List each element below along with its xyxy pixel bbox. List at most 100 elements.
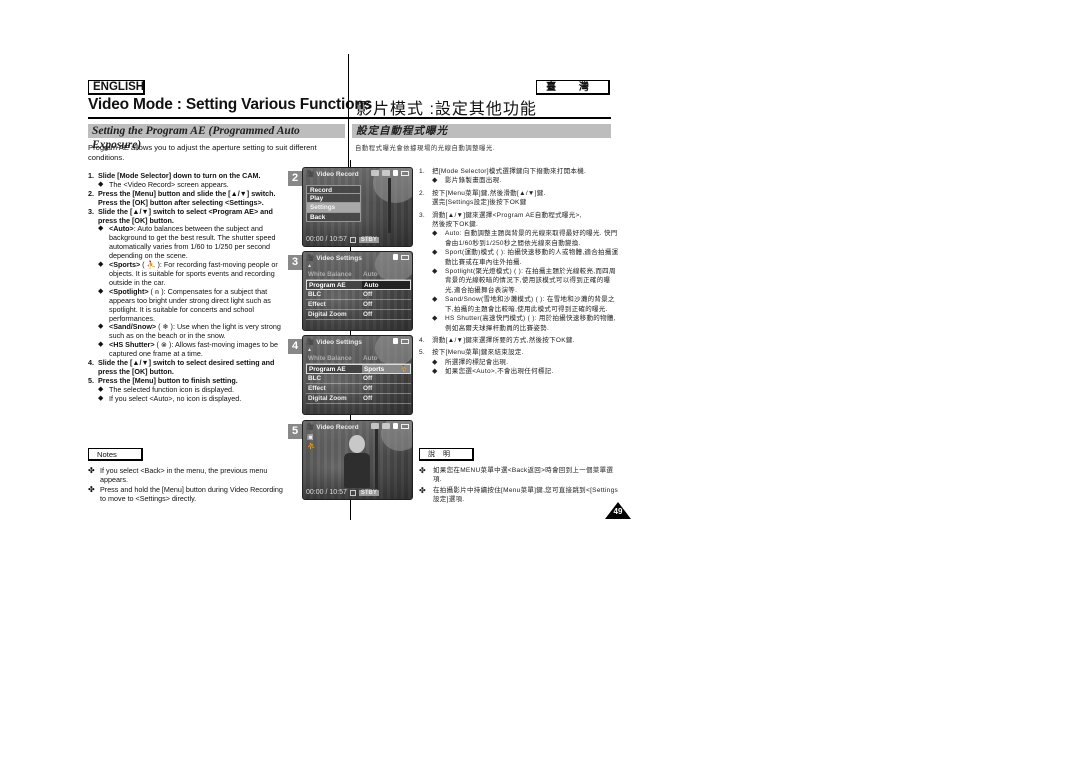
timecode-bar: 00:00 / 10:57 STBY xyxy=(306,236,379,243)
settings-list: White Balance Auto Program AE Sports ⛹ BLC… xyxy=(306,354,411,404)
clover-bullet-icon: ✤ xyxy=(419,466,427,475)
battery-icon xyxy=(401,423,409,429)
step-3: 3. Slide the [▲/▼] switch to select <Pro… xyxy=(88,206,273,225)
diamond-bullet-icon: ◆ xyxy=(432,315,438,323)
screen-title: 🎥 Video Record xyxy=(306,423,359,432)
step-4: 4. 滑動[▲/▼]鍵來選擇所要的方式,然後按下OK鍵. xyxy=(419,336,575,344)
camera-lcd: 🎥 Video Record ▣ ⛹ 00:00 / 10:57 STBY xyxy=(302,420,413,500)
page-title-chinese: 影片模式 :設定其他功能 xyxy=(356,101,537,118)
video-camera-icon: 🎥 xyxy=(306,255,315,262)
child-subject xyxy=(341,433,373,493)
title-underline xyxy=(88,117,611,119)
note-item: ✤ Press and hold the [Menu] button during… xyxy=(88,485,283,503)
diamond-bullet-icon: ◆ xyxy=(432,230,438,238)
option-sand-snow: ◆ <Sand/Snow> ( ❄ ): Use when the light i… xyxy=(98,322,281,341)
note-item: ✤ 如果您在MENU菜單中選<Back返回>時會回到上一個菜單選項. xyxy=(419,466,614,484)
step-4: 4. Slide the [▲/▼] switch to select desi… xyxy=(88,358,275,376)
screen-step-4: 4 🎥 Video Settings ▲ White Balance Auto Pr… xyxy=(288,335,413,415)
section-heading-english: Setting the Program AE (Programmed Auto … xyxy=(88,124,345,151)
menu-item-back[interactable]: Back xyxy=(306,212,361,222)
diamond-bullet-icon: ◆ xyxy=(432,249,438,257)
settings-row-program-ae[interactable]: Program AE Sports ⛹ xyxy=(306,364,411,374)
settings-row-effect[interactable]: Effect Off xyxy=(306,384,411,394)
notes-label-english: Notes xyxy=(88,448,143,461)
settings-row-white-balance[interactable]: White Balance Auto xyxy=(306,270,411,280)
status-icons xyxy=(393,254,409,260)
timecode-bar: 00:00 / 10:57 STBY xyxy=(306,489,379,496)
menu-item-play[interactable]: Play xyxy=(306,194,361,204)
step-5-bullet: ◆ If you select <Auto>, no icon is displa… xyxy=(98,393,242,403)
step-2: 2. 按下[Menu菜單]鍵,然後滑動[▲/▼]鍵. 選完[Settings設定]後… xyxy=(419,189,546,207)
settings-row-digital-zoom[interactable]: Digital Zoom Off xyxy=(306,310,411,320)
diamond-bullet-icon: ◆ xyxy=(98,323,104,331)
status-icons xyxy=(371,423,409,429)
settings-row-white-balance[interactable]: White Balance Auto xyxy=(306,354,411,364)
video-camera-icon: 🎥 xyxy=(306,339,315,346)
language-badge-english: ENGLISH xyxy=(88,80,145,95)
screen-step-3: 3 🎥 Video Settings ▲ White Balance Auto Pr… xyxy=(288,251,413,331)
settings-row-blc[interactable]: BLC Off xyxy=(306,290,411,300)
menu-item-settings[interactable]: Settings xyxy=(306,203,361,213)
camera-menu: Record Play Settings Back xyxy=(306,185,361,222)
battery-icon xyxy=(401,338,409,344)
screen-step-2: 2 🎥 Video Record Record Play Settings Bac… xyxy=(288,167,413,247)
diamond-bullet-icon: ◆ xyxy=(432,358,438,366)
intro-english: Program AE allows you to adjust the aper… xyxy=(88,143,317,162)
intro-chinese: 自動程式曝光會依據現場的光線自動調整曝光. xyxy=(355,145,496,152)
diamond-bullet-icon: ◆ xyxy=(432,296,438,304)
clover-bullet-icon: ✤ xyxy=(88,466,95,475)
quality-icon: ▣ xyxy=(307,434,314,441)
screen-number: 3 xyxy=(288,255,302,270)
sports-icon: ⛹ xyxy=(307,443,316,450)
camera-lcd: 🎥 Video Settings ▲ White Balance Auto Prog… xyxy=(302,251,413,331)
video-camera-icon: 🎥 xyxy=(306,171,315,178)
option-hs-shutter: ◆ <HS Shutter> ( ⊗ ): Allows fast-moving … xyxy=(98,340,279,359)
screen-number: 4 xyxy=(288,339,302,354)
settings-list: White Balance Auto Program AE Auto BLC Off … xyxy=(306,270,411,320)
notes-list-chinese: ✤ 如果您在MENU菜單中選<Back返回>時會回到上一個菜單選項. ✤ 在拍攝影片… xyxy=(419,466,619,506)
notes-list-english: ✤ If you select <Back> in the menu, the p… xyxy=(88,466,283,504)
battery-icon xyxy=(401,254,409,260)
settings-row-digital-zoom[interactable]: Digital Zoom Off xyxy=(306,394,411,404)
video-camera-icon: 🎥 xyxy=(306,424,315,431)
diamond-bullet-icon: ◆ xyxy=(98,261,104,269)
diamond-bullet-icon: ◆ xyxy=(98,341,104,349)
note-item: ✤ If you select <Back> in the menu, the p… xyxy=(88,466,268,484)
steps-english: 1. Slide [Mode Selector] down to turn on… xyxy=(88,171,283,404)
camera-lcd: 🎥 Video Settings ▲ White Balance Auto Prog… xyxy=(302,335,413,415)
section-heading-chinese: 設定自動程式曝光 xyxy=(352,124,611,138)
page-number-badge: 49 xyxy=(605,502,631,519)
diamond-bullet-icon: ◆ xyxy=(98,394,104,402)
screen-title: 🎥 Video Settings xyxy=(306,254,362,263)
diamond-bullet-icon: ◆ xyxy=(98,225,104,233)
menu-item-record[interactable]: Record xyxy=(306,185,361,195)
step-5: 5. 按下[Menu菜單]鍵來結束設定. xyxy=(419,349,524,357)
scroll-up-icon[interactable]: ▲ xyxy=(307,347,312,353)
language-badge-taiwan: 臺 灣 xyxy=(536,80,610,95)
settings-row-effect[interactable]: Effect Off xyxy=(306,300,411,310)
sand-snow-icon: ❄ xyxy=(162,322,169,332)
screen-number: 2 xyxy=(288,171,302,186)
step-3: 3. 滑動[▲/▼]鍵來選擇<Program AE自動程式曝光>, 然後按下OK鍵. xyxy=(419,211,582,229)
option-spotlight: ◆ <Spotlight> ( ⍝ ): Compensates for a su… xyxy=(98,286,271,323)
diamond-bullet-icon: ◆ xyxy=(432,268,438,276)
battery-icon xyxy=(401,170,409,176)
settings-row-blc[interactable]: BLC Off xyxy=(306,374,411,384)
notes-label-chinese: 說明 xyxy=(419,448,474,461)
diamond-bullet-icon: ◆ xyxy=(432,177,438,185)
diamond-bullet-icon: ◆ xyxy=(98,287,104,295)
steps-chinese: 1. 把[Mode Selector]模式選擇鍵向下撥動來打開本機. ◆ 影片錄製畫… xyxy=(419,168,619,376)
settings-row-program-ae[interactable]: Program AE Auto xyxy=(306,280,411,290)
column-divider xyxy=(348,54,349,178)
option-sports: ◆ <Sports> ( ⛹ ): For recording fast-movi… xyxy=(98,260,278,287)
diamond-bullet-icon: ◆ xyxy=(432,368,438,376)
spotlight-icon: ⍝ xyxy=(154,286,160,296)
hs-shutter-icon: ⊗ xyxy=(160,340,167,350)
screen-step-5: 5 🎥 Video Record ▣ ⛹ 00:00 / 10:57 STBY xyxy=(288,420,413,500)
scroll-up-icon[interactable]: ▲ xyxy=(307,263,312,269)
sports-icon: ⛹ xyxy=(146,260,156,270)
note-item: ✤ 在拍攝影片中持續按住[Menu菜單]鍵,您可直接跳到<[Settings設定]… xyxy=(419,485,619,504)
step-1: 1. 把[Mode Selector]模式選擇鍵向下撥動來打開本機. xyxy=(419,168,587,175)
step-2: 2. Press the [Menu] button and slide the… xyxy=(88,188,276,207)
status-icons xyxy=(371,170,409,176)
